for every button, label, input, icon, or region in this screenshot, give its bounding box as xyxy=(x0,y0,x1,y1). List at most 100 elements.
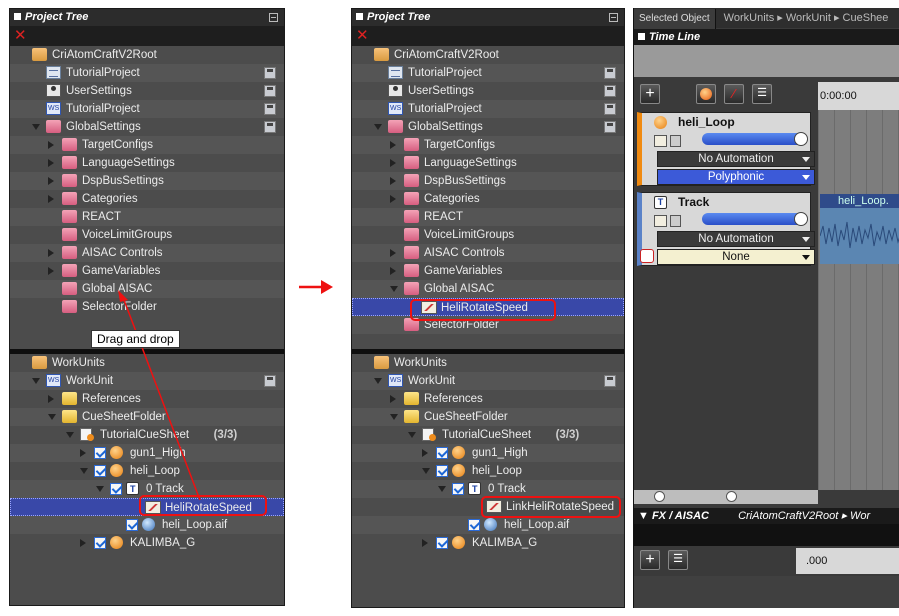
tree-row[interactable]: TutorialProject xyxy=(352,64,624,82)
checkbox-checked-icon[interactable] xyxy=(94,465,106,477)
expand-right-icon[interactable] xyxy=(48,159,54,167)
expand-down-icon[interactable] xyxy=(422,468,430,474)
expand-down-icon[interactable] xyxy=(374,124,382,130)
tree-row[interactable]: DspBusSettings xyxy=(352,172,624,190)
tree-row[interactable]: TargetConfigs xyxy=(10,136,284,154)
scroll-handle-right[interactable] xyxy=(726,491,737,502)
track2-automation-select[interactable]: No Automation xyxy=(657,231,815,247)
expand-right-icon[interactable] xyxy=(390,395,396,403)
expand-down-icon[interactable] xyxy=(80,468,88,474)
track1-mode-select[interactable]: Polyphonic xyxy=(657,169,815,185)
expand-right-icon[interactable] xyxy=(80,449,86,457)
tree-row[interactable]: TutorialProject xyxy=(10,100,284,118)
tab-selected-object[interactable]: Selected Object xyxy=(634,9,716,29)
tree-row[interactable]: TutorialCueSheet (3/3) xyxy=(10,426,284,444)
fx-add-button[interactable]: + xyxy=(640,550,660,570)
expand-down-icon[interactable] xyxy=(390,414,398,420)
automation-curve-button[interactable]: ∕ xyxy=(724,84,744,104)
expand-down-icon[interactable] xyxy=(32,124,40,130)
slider-knob[interactable] xyxy=(794,132,808,146)
save-disk-icon[interactable] xyxy=(604,67,616,79)
tree-row[interactable]: GlobalSettings xyxy=(352,118,624,136)
tree-row[interactable]: heli_Loop.aif xyxy=(10,516,284,534)
tree-row[interactable]: gun1_High xyxy=(352,444,624,462)
tree-row[interactable]: KALIMBA_G xyxy=(352,534,624,552)
tree-row[interactable]: CueSheetFolder xyxy=(10,408,284,426)
save-disk-icon[interactable] xyxy=(264,375,276,387)
expand-right-icon[interactable] xyxy=(390,141,396,149)
tree-row[interactable]: heli_Loop xyxy=(352,462,624,480)
save-disk-icon[interactable] xyxy=(264,67,276,79)
tree-row[interactable]: DspBusSettings xyxy=(10,172,284,190)
tree-row[interactable]: REACT xyxy=(352,208,624,226)
expand-down-icon[interactable] xyxy=(390,286,398,292)
checkbox-checked-icon[interactable] xyxy=(94,447,106,459)
tree-row[interactable]: GameVariables xyxy=(352,262,624,280)
track1-automation-select[interactable]: No Automation xyxy=(657,151,815,167)
expand-right-icon[interactable] xyxy=(48,141,54,149)
tree-row[interactable]: TutorialCueSheet (3/3) xyxy=(352,426,624,444)
minimize-icon[interactable] xyxy=(609,13,618,22)
breadcrumb-workunits[interactable]: WorkUnits xyxy=(724,12,775,24)
tree-row[interactable]: Global AISAC xyxy=(352,280,624,298)
checkbox-checked-icon[interactable] xyxy=(452,483,464,495)
tree-row[interactable]: CriAtomCraftV2Root xyxy=(352,46,624,64)
track2-mode-select[interactable]: None xyxy=(657,249,815,265)
tree-row[interactable]: TutorialProject xyxy=(352,100,624,118)
expand-down-icon[interactable] xyxy=(32,378,40,384)
more-options-icon[interactable] xyxy=(640,249,654,263)
breadcrumb-cuesheet[interactable]: CueShee xyxy=(843,12,889,24)
checkbox-checked-icon[interactable] xyxy=(126,519,138,531)
tree-row[interactable]: VoiceLimitGroups xyxy=(10,226,284,244)
expand-right-icon[interactable] xyxy=(80,539,86,547)
expand-right-icon[interactable] xyxy=(48,395,54,403)
save-disk-icon[interactable] xyxy=(604,85,616,97)
delete-x-icon[interactable]: ✕ xyxy=(356,27,369,44)
expand-down-icon[interactable] xyxy=(408,432,416,438)
tree-row[interactable]: SelectorFolder xyxy=(10,298,284,316)
tree-row[interactable]: GlobalSettings xyxy=(10,118,284,136)
tree-row[interactable]: Global AISAC xyxy=(10,280,284,298)
expand-right-icon[interactable] xyxy=(48,195,54,203)
tree-row[interactable]: CriAtomCraftV2Root xyxy=(10,46,284,64)
tree-row[interactable]: LanguageSettings xyxy=(352,154,624,172)
tree-row[interactable]: heli_Loop.aif xyxy=(352,516,624,534)
tree-row[interactable]: References xyxy=(10,390,284,408)
tree-row[interactable]: KALIMBA_G xyxy=(10,534,284,552)
tree-row[interactable]: heli_Loop xyxy=(10,462,284,480)
tree-row[interactable]: VoiceLimitGroups xyxy=(352,226,624,244)
expand-right-icon[interactable] xyxy=(390,249,396,257)
save-disk-icon[interactable] xyxy=(604,375,616,387)
collapse-icon[interactable]: ▼ xyxy=(638,510,652,522)
delete-x-icon[interactable]: ✕ xyxy=(14,27,27,44)
save-disk-icon[interactable] xyxy=(264,121,276,133)
minimize-icon[interactable] xyxy=(269,13,278,22)
add-track-button[interactable]: + xyxy=(640,84,660,104)
tree-row[interactable]: gun1_High xyxy=(10,444,284,462)
checkbox-checked-icon[interactable] xyxy=(468,519,480,531)
track2-volume-slider[interactable] xyxy=(702,212,808,226)
tree-row[interactable]: UserSettings xyxy=(352,82,624,100)
slider-knob[interactable] xyxy=(794,212,808,226)
tree-row[interactable]: WorkUnits xyxy=(10,354,284,372)
save-disk-icon[interactable] xyxy=(604,121,616,133)
tree-row[interactable]: WorkUnits xyxy=(352,354,624,372)
checkbox-checked-icon[interactable] xyxy=(436,465,448,477)
save-disk-icon[interactable] xyxy=(604,103,616,115)
expand-right-icon[interactable] xyxy=(390,159,396,167)
expand-right-icon[interactable] xyxy=(48,249,54,257)
cue-play-button[interactable] xyxy=(696,84,716,104)
expand-right-icon[interactable] xyxy=(48,177,54,185)
tree-row[interactable]: AISAC Controls xyxy=(10,244,284,262)
tree-row[interactable]: TutorialProject xyxy=(10,64,284,82)
expand-right-icon[interactable] xyxy=(422,539,428,547)
tree-row[interactable]: UserSettings xyxy=(10,82,284,100)
expand-down-icon[interactable] xyxy=(96,486,104,492)
tree-row[interactable]: References xyxy=(352,390,624,408)
expand-down-icon[interactable] xyxy=(374,378,382,384)
breadcrumb-workunit[interactable]: WorkUnit xyxy=(786,12,831,24)
checkbox-checked-icon[interactable] xyxy=(436,537,448,549)
expand-right-icon[interactable] xyxy=(390,177,396,185)
expand-down-icon[interactable] xyxy=(66,432,74,438)
fx-ruler[interactable]: .000 xyxy=(796,548,899,574)
